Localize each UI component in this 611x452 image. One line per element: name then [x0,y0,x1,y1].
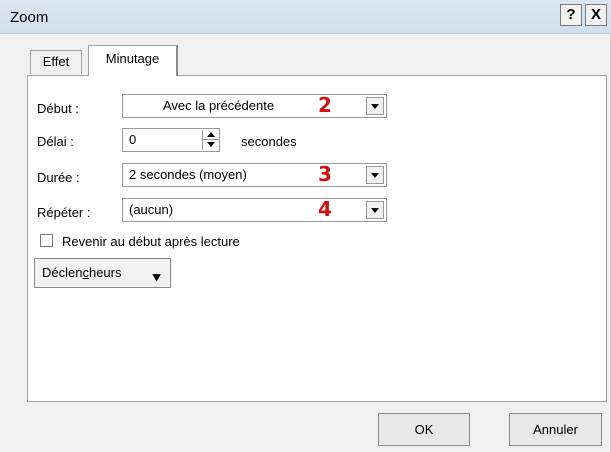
tab-effet[interactable]: Effet [30,50,82,74]
spin-divider [203,139,220,140]
triggers-label-pre: Déclen [42,265,83,280]
chevron-down-icon[interactable] [366,201,384,219]
delai-spinbox[interactable]: 0 [122,128,220,152]
repeter-label: Répéter : [37,205,91,220]
tab-minutage[interactable]: Minutage [88,45,178,76]
repeter-dropdown[interactable]: (aucun) [122,198,387,222]
duree-value: 2 secondes (moyen) [129,167,247,182]
close-button[interactable]: X [585,4,607,26]
title-bar[interactable]: Zoom ? X [0,0,611,34]
double-chevron-down-icon: ⯆ [151,270,163,286]
step-marker-4: 4 [318,197,332,221]
delai-unit: secondes [241,134,297,149]
zoom-dialog: Zoom ? X Effet Minutage Début : Avec la … [0,0,611,452]
window-title: Zoom [10,9,49,26]
step-marker-3: 3 [318,162,332,186]
spin-buttons[interactable] [202,130,220,150]
duree-dropdown[interactable]: 2 secondes (moyen) [122,163,387,187]
debut-label: Début : [37,101,79,116]
ok-button[interactable]: OK [378,413,470,446]
chevron-down-icon[interactable] [366,97,384,115]
delai-value: 0 [129,132,137,147]
triggers-label-post: heurs [88,265,122,280]
repeter-value: (aucun) [129,202,174,217]
chevron-down-icon[interactable] [366,166,384,184]
rewind-label[interactable]: Revenir au début après lecture [62,234,240,249]
spin-up-icon[interactable] [207,132,215,137]
help-button[interactable]: ? [560,4,582,26]
rewind-checkbox[interactable] [40,234,53,247]
cancel-button[interactable]: Annuler [509,413,602,446]
step-marker-2: 2 [318,93,332,117]
delai-label: Délai : [37,134,74,149]
debut-dropdown[interactable]: Avec la précédente [122,94,387,118]
debut-value: Avec la précédente [163,98,275,113]
triggers-button[interactable]: Déclencheurs ⯆ [34,258,171,288]
spin-down-icon[interactable] [207,142,215,147]
duree-label: Durée : [37,170,80,185]
